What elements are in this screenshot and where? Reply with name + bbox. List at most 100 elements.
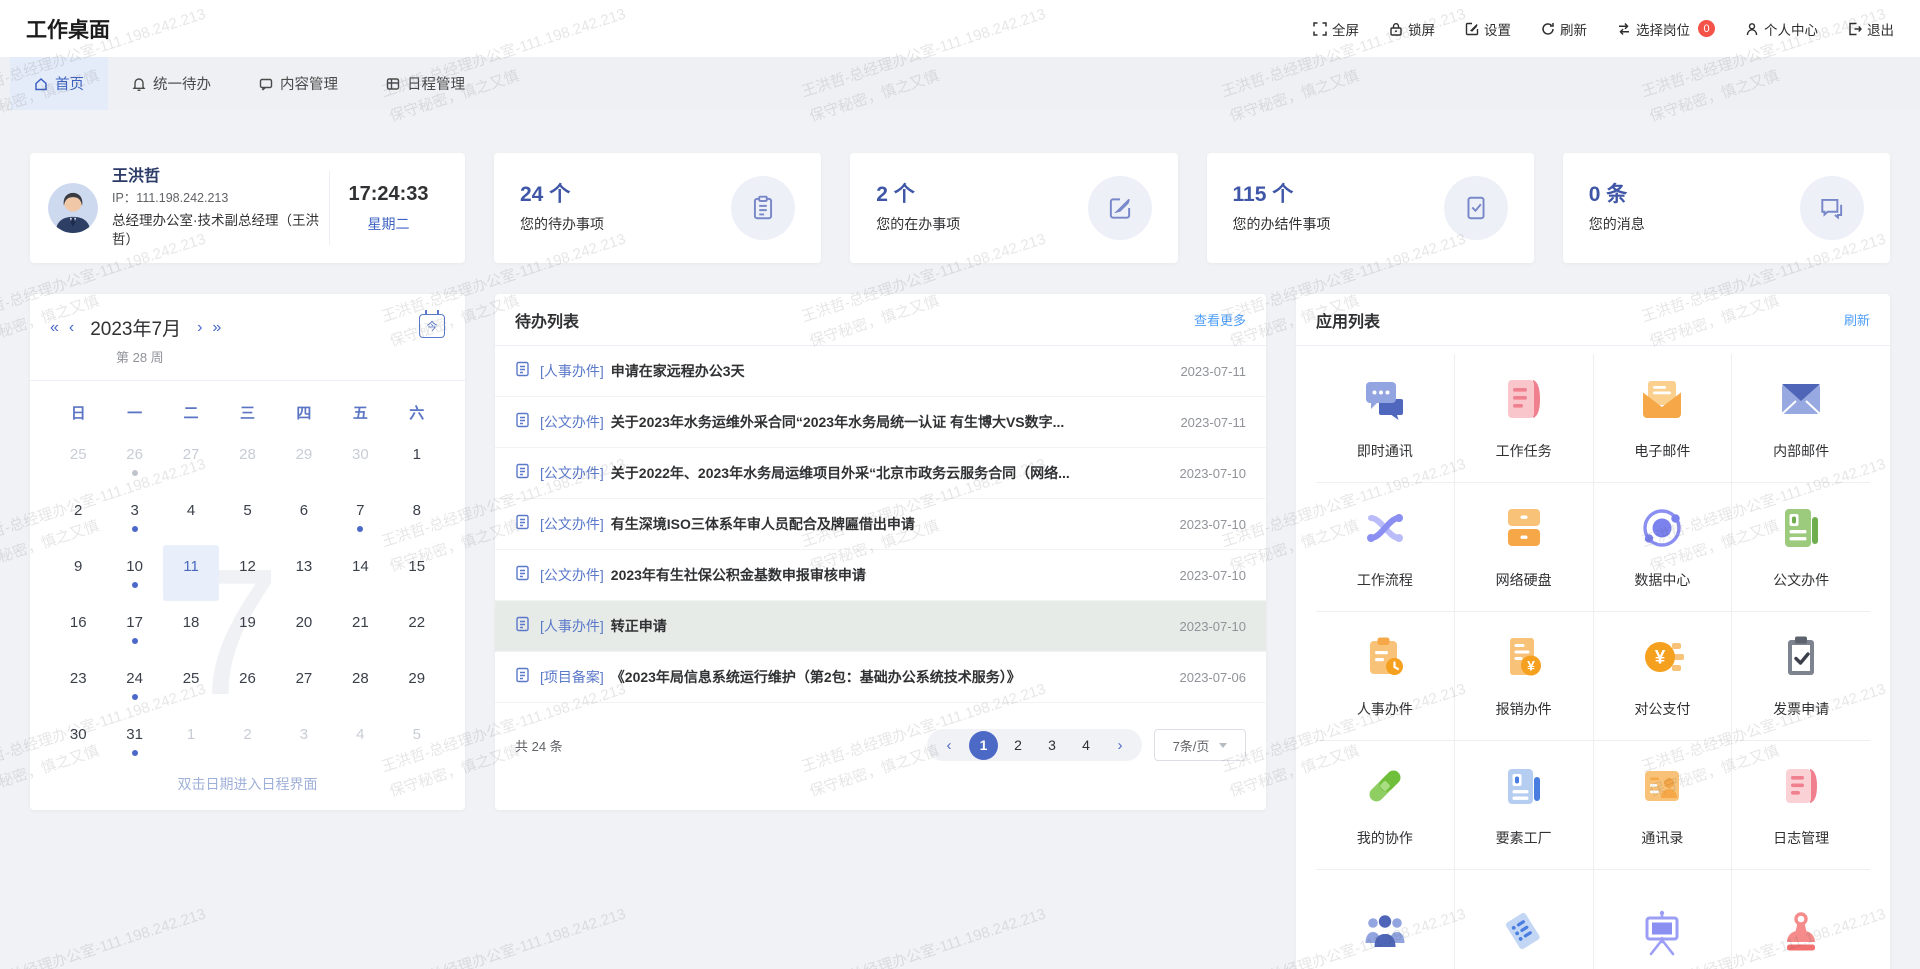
app-item-sheet[interactable] [1455,870,1593,969]
calendar-day[interactable]: 27 [163,433,219,489]
prev-page-button[interactable]: ‹ [935,731,963,759]
calendar-day[interactable]: 22 [389,601,445,657]
calendar-day[interactable]: 25 [50,433,106,489]
app-item-inmail[interactable]: 内部邮件 [1732,354,1870,482]
next-month-button[interactable]: › [197,320,202,336]
app-item-collab[interactable]: 我的协作 [1316,741,1454,869]
avatar[interactable] [48,183,98,233]
refresh-button[interactable]: 刷新 [1541,19,1587,39]
tab-unified-todo[interactable]: 统一待办 [108,57,235,110]
calendar-hint-link[interactable]: 双击日期进入日程界面 [30,774,465,794]
page-button[interactable]: 3 [1038,731,1066,759]
todo-item[interactable]: [公文办件]2023年有生社保公积金基数申报审核申请2023-07-10 [495,550,1266,601]
settings-button[interactable]: 设置 [1465,19,1511,39]
calendar-day[interactable]: 7 [332,489,388,545]
calendar-day[interactable]: 4 [332,713,388,769]
calendar-day[interactable]: 26 [106,433,162,489]
calendar-day[interactable]: 29 [389,657,445,713]
calendar-day[interactable]: 16 [50,601,106,657]
todo-item[interactable]: [公文办件]关于2022年、2023年水务局运维项目外采“北京市政务云服务合同（… [495,448,1266,499]
profile-button[interactable]: 个人中心 [1745,19,1818,39]
page-button[interactable]: 2 [1004,731,1032,759]
app-item-chat[interactable]: 即时通讯 [1316,354,1454,482]
app-item-invoice[interactable]: 发票申请 [1732,612,1870,740]
calendar-day[interactable]: 9 [50,545,106,601]
fullscreen-button[interactable]: 全屏 [1313,19,1359,39]
calendar-day[interactable]: 5 [389,713,445,769]
calendar-day[interactable]: 25 [163,657,219,713]
calendar-day[interactable]: 4 [163,489,219,545]
app-item-log[interactable]: 日志管理 [1732,741,1870,869]
app-item-board[interactable] [1594,870,1732,969]
calendar-day[interactable]: 30 [332,433,388,489]
calendar-day[interactable]: 6 [276,489,332,545]
calendar-day[interactable]: 15 [389,545,445,601]
calendar-day[interactable]: 12 [219,545,275,601]
calendar-day[interactable]: 31 [106,713,162,769]
calendar-day[interactable]: 27 [276,657,332,713]
app-item-contacts[interactable]: 通讯录 [1594,741,1732,869]
todo-page-size-select[interactable]: 7条/页 [1154,729,1246,761]
stat-card-completed[interactable]: 115 个 您的办结件事项 [1207,153,1534,263]
calendar-day[interactable]: 10 [106,545,162,601]
stat-card-messages[interactable]: 0 条 您的消息 [1563,153,1890,263]
calendar-day[interactable]: 24 [106,657,162,713]
calendar-day[interactable]: 23 [50,657,106,713]
tab-schedule-management[interactable]: 日程管理 [362,57,489,110]
prev-month-button[interactable]: ‹ [69,320,74,336]
stat-card-inprogress[interactable]: 2 个 您的在办事项 [850,153,1177,263]
todo-item[interactable]: [公文办件]关于2023年水务运维外采合同“2023年水务局统一认证 有生博大V… [495,397,1266,448]
next-page-button[interactable]: › [1106,731,1134,759]
calendar-day[interactable]: 28 [332,657,388,713]
calendar-day[interactable]: 2 [219,713,275,769]
app-item-people[interactable] [1316,870,1454,969]
calendar-day[interactable]: 26 [219,657,275,713]
calendar-day[interactable]: 2 [50,489,106,545]
select-post-button[interactable]: 选择岗位 0 [1617,19,1715,39]
calendar-day[interactable]: 18 [163,601,219,657]
calendar-day[interactable]: 8 [389,489,445,545]
page-button[interactable]: 4 [1072,731,1100,759]
todo-item[interactable]: [人事办件]申请在家远程办公3天2023-07-11 [495,346,1266,397]
calendar-day[interactable]: 30 [50,713,106,769]
prev-year-button[interactable]: « [50,320,59,336]
tab-content-management[interactable]: 内容管理 [235,57,362,110]
calendar-day[interactable]: 14 [332,545,388,601]
page-button[interactable]: 1 [969,731,998,760]
logout-button[interactable]: 退出 [1848,19,1894,39]
calendar-day[interactable]: 13 [276,545,332,601]
calendar-day[interactable]: 1 [163,713,219,769]
tab-home[interactable]: 首页 [10,57,108,110]
app-item-drive[interactable]: 网络硬盘 [1455,483,1593,611]
stat-card-todo[interactable]: 24 个 您的待办事项 [494,153,821,263]
view-more-link[interactable]: 查看更多 [1194,310,1246,329]
app-item-reimburse[interactable]: ¥报销办件 [1455,612,1593,740]
calendar-day[interactable]: 17 [106,601,162,657]
calendar-day[interactable]: 5 [219,489,275,545]
todo-item[interactable]: [公文办件]有生深境ISO三体系年审人员配合及牌匾借出申请2023-07-10 [495,499,1266,550]
today-button[interactable]: 今 [419,314,445,338]
calendar-day[interactable]: 19 [219,601,275,657]
app-item-task[interactable]: 工作任务 [1455,354,1593,482]
app-item-stamp[interactable] [1732,870,1870,969]
calendar-day[interactable]: 1 [389,433,445,489]
app-item-factory[interactable]: 要素工厂 [1455,741,1593,869]
calendar-day[interactable]: 28 [219,433,275,489]
calendar-day[interactable]: 29 [276,433,332,489]
calendar-day[interactable]: 3 [276,713,332,769]
app-item-mail[interactable]: 电子邮件 [1594,354,1732,482]
apps-refresh-link[interactable]: 刷新 [1844,310,1870,329]
calendar-day[interactable]: 20 [276,601,332,657]
calendar-day[interactable]: 21 [332,601,388,657]
todo-item[interactable]: [项目备案]《2023年局信息系统运行维护（第2包：基础办公系统技术服务）》20… [495,652,1266,703]
app-item-govdoc[interactable]: 公文办件 [1732,483,1870,611]
calendar-day[interactable]: 3 [106,489,162,545]
app-item-hr[interactable]: 人事办件 [1316,612,1454,740]
calendar-day[interactable]: 11 [163,545,219,601]
next-year-button[interactable]: » [212,320,221,336]
lock-screen-button[interactable]: 锁屏 [1389,19,1435,39]
app-item-pay[interactable]: ¥对公支付 [1594,612,1732,740]
todo-item[interactable]: [人事办件]转正申请2023-07-10 [495,601,1266,652]
app-item-data[interactable]: 数据中心 [1594,483,1732,611]
app-item-flow[interactable]: 工作流程 [1316,483,1454,611]
